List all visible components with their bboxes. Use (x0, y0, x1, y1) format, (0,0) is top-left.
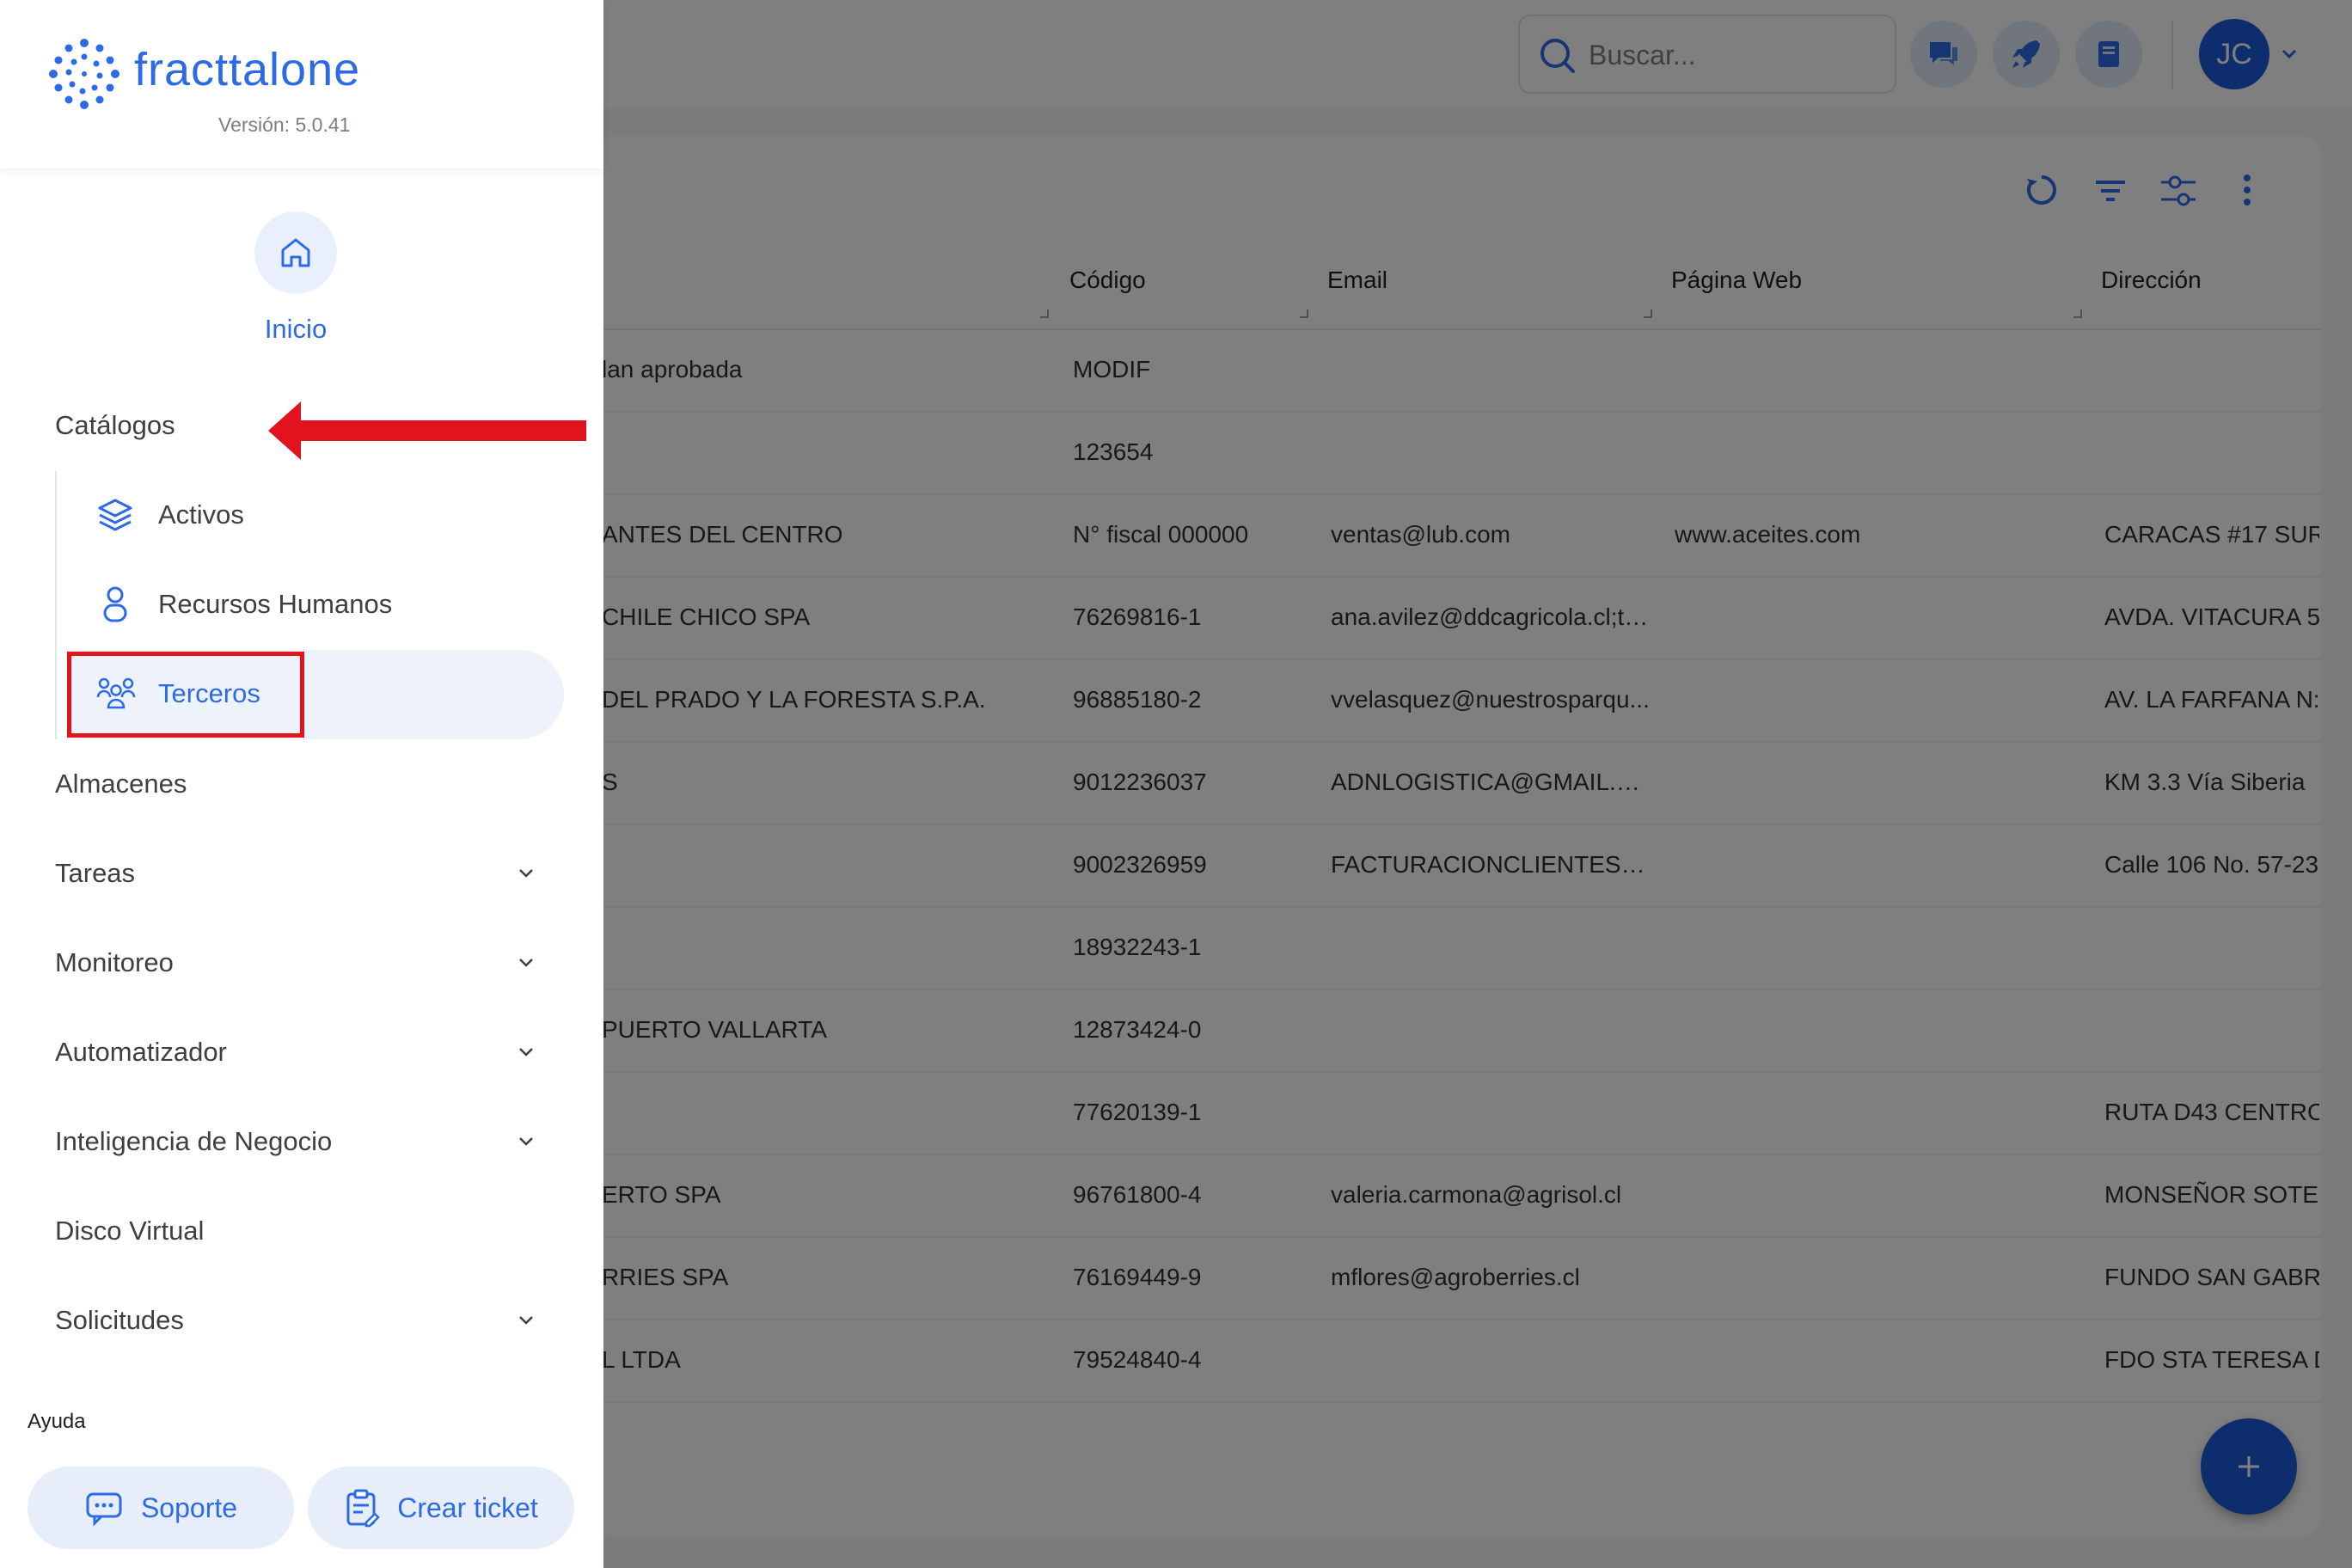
nav-solicitudes[interactable]: Solicitudes (55, 1305, 184, 1336)
chevron-down-icon[interactable] (516, 1310, 536, 1331)
create-ticket-button[interactable]: Crear ticket (308, 1467, 574, 1549)
create-ticket-label: Crear ticket (397, 1491, 538, 1523)
home-icon (281, 238, 310, 267)
highlight-box (67, 652, 304, 738)
submenu-line (55, 471, 57, 739)
support-chat-icon (86, 1492, 122, 1527)
nav-automatizador[interactable]: Automatizador (55, 1037, 227, 1068)
chevron-down-icon[interactable] (516, 863, 536, 884)
nav-activos[interactable]: Activos (96, 485, 244, 545)
support-label: Soporte (140, 1491, 238, 1523)
help-title: Ayuda (28, 1410, 86, 1433)
person-icon (103, 586, 127, 622)
home-button[interactable] (254, 211, 337, 294)
layers-icon (98, 499, 132, 531)
nav-inteligencia-negocio[interactable]: Inteligencia de Negocio (55, 1126, 332, 1157)
chevron-down-icon[interactable] (516, 952, 536, 973)
nav-almacenes[interactable]: Almacenes (55, 769, 187, 799)
nav-recursos-humanos[interactable]: Recursos Humanos (96, 574, 392, 634)
support-button[interactable]: Soporte (28, 1467, 294, 1549)
home-label[interactable]: Inicio (206, 314, 385, 345)
chevron-down-icon[interactable] (516, 1042, 536, 1063)
nav-tareas[interactable]: Tareas (55, 858, 135, 889)
nav-catalogos[interactable]: Catálogos (55, 410, 175, 441)
version-label: Versión: 5.0.41 (218, 113, 351, 136)
arrow-left-icon (268, 401, 586, 460)
nav-disco-virtual[interactable]: Disco Virtual (55, 1216, 204, 1246)
fracttal-logo-icon (49, 39, 119, 109)
sidebar: fracttalone Versión: 5.0.41 Inicio Catál… (0, 0, 603, 1568)
nav-monitoreo[interactable]: Monitoreo (55, 947, 174, 978)
logo-text: fracttalone (134, 44, 361, 95)
sidebar-header: fracttalone Versión: 5.0.41 (0, 0, 603, 168)
clipboard-icon (346, 1489, 380, 1528)
nav-activos-label: Activos (158, 499, 244, 530)
chevron-down-icon[interactable] (516, 1131, 536, 1152)
nav-recursos-humanos-label: Recursos Humanos (158, 589, 393, 619)
